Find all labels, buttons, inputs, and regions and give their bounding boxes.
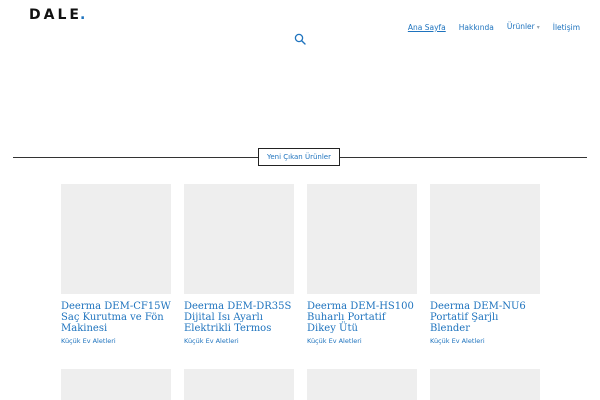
product-category[interactable]: Küçük Ev Aletleri: [307, 337, 417, 346]
product-title[interactable]: Deerma DEM-HS100 Buharlı Portatif Dikey …: [307, 301, 417, 334]
product-grid-row-2: [61, 369, 540, 400]
search-icon[interactable]: [294, 33, 306, 45]
product-card[interactable]: Deerma DEM-NU6 Portatif Şarjlı Blender K…: [430, 184, 540, 346]
logo-text: DALE: [29, 7, 82, 23]
product-category[interactable]: Küçük Ev Aletleri: [184, 337, 294, 346]
product-image[interactable]: [307, 369, 417, 400]
product-image[interactable]: [307, 184, 417, 294]
site-logo[interactable]: DALE.: [29, 6, 88, 24]
product-image[interactable]: [430, 369, 540, 400]
product-card[interactable]: Deerma DEM-HS100 Buharlı Portatif Dikey …: [307, 184, 417, 346]
nav-item-products-label: Ürünler: [506, 22, 535, 31]
product-card[interactable]: Deerma DEM-DR35S Dijital Isı Ayarlı Elek…: [184, 184, 294, 346]
chevron-down-icon: ▾: [536, 24, 540, 31]
product-title[interactable]: Deerma DEM-CF15W Saç Kurutma ve Fön Maki…: [61, 301, 171, 334]
product-card[interactable]: Deerma DEM-CF15W Saç Kurutma ve Fön Maki…: [61, 184, 171, 346]
nav-item-contact[interactable]: İletişim: [553, 23, 580, 33]
product-grid: Deerma DEM-CF15W Saç Kurutma ve Fön Maki…: [61, 184, 540, 346]
product-title[interactable]: Deerma DEM-DR35S Dijital Isı Ayarlı Elek…: [184, 301, 294, 334]
product-category[interactable]: Küçük Ev Aletleri: [430, 337, 540, 346]
section-title: Yeni Çıkan Ürünler: [258, 148, 340, 166]
product-image[interactable]: [184, 369, 294, 400]
product-image[interactable]: [430, 184, 540, 294]
main-nav: Ana Sayfa Hakkında Ürünler ▾ İletişim: [395, 22, 580, 33]
logo-dot: .: [79, 7, 89, 23]
nav-item-products[interactable]: Ürünler ▾: [507, 22, 540, 33]
product-category[interactable]: Küçük Ev Aletleri: [61, 337, 171, 346]
product-image[interactable]: [61, 184, 171, 294]
product-title[interactable]: Deerma DEM-NU6 Portatif Şarjlı Blender: [430, 301, 540, 334]
nav-item-about[interactable]: Hakkında: [459, 23, 494, 33]
nav-item-home[interactable]: Ana Sayfa: [408, 23, 446, 33]
product-image[interactable]: [184, 184, 294, 294]
product-image[interactable]: [61, 369, 171, 400]
